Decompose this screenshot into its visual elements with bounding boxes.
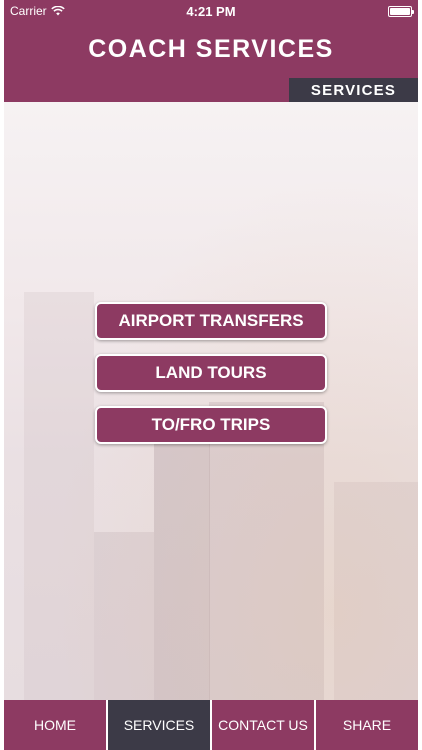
page-title: COACH SERVICES xyxy=(88,35,334,63)
tab-contact-us[interactable]: CONTACT US xyxy=(212,700,314,750)
tab-share[interactable]: SHARE xyxy=(316,700,418,750)
app-header: COACH SERVICES SERVICES xyxy=(4,22,418,102)
service-menu: AIRPORT TRANSFERS LAND TOURS TO/FRO TRIP… xyxy=(95,302,327,444)
app-screen: Carrier 4:21 PM COACH SERVICES SERVICES … xyxy=(4,0,418,750)
battery-icon xyxy=(388,5,414,17)
battery-level-fill xyxy=(390,7,410,15)
to-fro-trips-button[interactable]: TO/FRO TRIPS xyxy=(95,406,327,444)
airport-transfers-button[interactable]: AIRPORT TRANSFERS xyxy=(95,302,327,340)
status-bar: Carrier 4:21 PM xyxy=(4,0,418,22)
bottom-tab-bar: HOME SERVICES CONTACT US SHARE xyxy=(4,700,418,750)
tab-home[interactable]: HOME xyxy=(4,700,106,750)
status-time: 4:21 PM xyxy=(186,3,236,19)
land-tours-button[interactable]: LAND TOURS xyxy=(95,354,327,392)
section-label: SERVICES xyxy=(289,78,418,102)
main-content: AIRPORT TRANSFERS LAND TOURS TO/FRO TRIP… xyxy=(4,102,418,700)
tab-services[interactable]: SERVICES xyxy=(108,700,210,750)
